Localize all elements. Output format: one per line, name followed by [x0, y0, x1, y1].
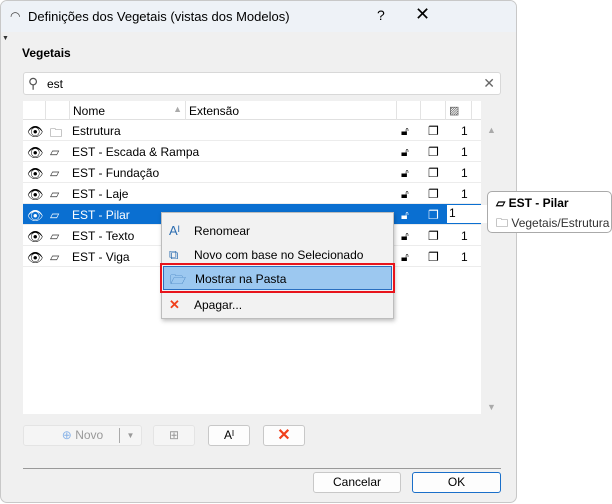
- layer-intersection-icon[interactable]: ❐: [428, 208, 439, 222]
- new-from-selected-icon: ⧉: [169, 247, 179, 262]
- row-name: EST - Laje: [72, 187, 129, 201]
- layer-icon: ▱: [496, 196, 506, 210]
- menu-item-label: Renomear: [194, 224, 251, 238]
- header-type[interactable]: [46, 101, 70, 120]
- layer-intersection-icon[interactable]: ❐: [428, 145, 439, 159]
- title-bar: ◠ Definições dos Vegetais (vistas dos Mo…: [1, 1, 516, 32]
- header-extension[interactable]: Extensão: [186, 101, 397, 120]
- lock-icon[interactable]: 🔓︎: [401, 229, 409, 244]
- header-lock[interactable]: [397, 101, 421, 120]
- close-button[interactable]: ✕: [415, 4, 430, 25]
- eye-icon[interactable]: 👁: [27, 208, 44, 224]
- rename-button[interactable]: Aᴵ: [208, 425, 250, 446]
- layer-intersection-icon[interactable]: ❐: [428, 166, 439, 180]
- tooltip: ▱ EST - Pilar 🗀 Vegetais/Estrutura: [487, 191, 612, 233]
- row-name: EST - Pilar: [72, 208, 130, 222]
- context-menu: Aᴵ Renomear ⧉ Novo com base no Selecionado 🗁…: [160, 212, 395, 319]
- section-label: Vegetais: [22, 46, 71, 60]
- scroll-up-icon[interactable]: ▲: [487, 125, 496, 135]
- pen-value[interactable]: 1: [461, 124, 468, 138]
- rename-icon: Aᴵ: [169, 223, 180, 238]
- folder-icon: 🗀: [496, 216, 509, 230]
- lock-icon[interactable]: 🔓︎: [401, 250, 409, 265]
- header-visibility[interactable]: [23, 101, 46, 120]
- eye-icon[interactable]: 👁: [27, 187, 44, 203]
- row-name: EST - Escada & Rampa: [72, 145, 200, 159]
- pen-value[interactable]: 1: [461, 229, 468, 243]
- pen-value[interactable]: 1: [461, 187, 468, 201]
- menu-item[interactable]: 🗁 Mostrar na Pasta: [160, 263, 395, 293]
- menu-item-label: Mostrar na Pasta: [195, 272, 287, 286]
- new-dropdown-icon[interactable]: ▼: [119, 428, 141, 443]
- header-name-label: Nome: [73, 104, 106, 118]
- pen-value[interactable]: 1: [461, 166, 468, 180]
- eye-icon[interactable]: 👁: [27, 145, 44, 161]
- layer-icon: ▱: [50, 145, 60, 159]
- delete-icon: ✕: [277, 427, 291, 444]
- delete-icon: ✕: [169, 297, 180, 312]
- table-header: Nome ▲ Extensão ▨: [23, 101, 481, 120]
- header-layer[interactable]: [421, 101, 446, 120]
- menu-item[interactable]: Aᴵ Renomear: [163, 219, 392, 243]
- app-icon: ◠: [10, 9, 21, 23]
- cancel-button[interactable]: Cancelar: [313, 472, 401, 493]
- row-name: EST - Viga: [72, 250, 130, 264]
- row-name: EST - Texto: [72, 229, 135, 243]
- new-label: Novo: [75, 428, 104, 442]
- eye-icon[interactable]: 👁: [27, 124, 44, 140]
- sort-asc-icon: ▲: [173, 104, 182, 114]
- lock-icon[interactable]: 🔓︎: [401, 166, 409, 181]
- eye-icon[interactable]: 👁: [27, 229, 44, 245]
- layer-icon: ▱: [50, 187, 60, 201]
- new-button[interactable]: ⊕ Novo ▼: [23, 425, 142, 446]
- layer-intersection-icon[interactable]: ❐: [428, 250, 439, 264]
- layer-icon: ▱: [50, 250, 60, 264]
- menu-item[interactable]: ✕ Apagar...: [163, 293, 392, 317]
- layer-intersection-icon[interactable]: ❐: [428, 124, 439, 138]
- row-name: EST - Fundação: [72, 166, 160, 180]
- tooltip-name: EST - Pilar: [508, 196, 569, 210]
- divider: [23, 468, 501, 469]
- table-row[interactable]: 👁 ▱ EST - Fundação 🔓︎ ❐ 1: [23, 162, 481, 183]
- new-folder-button[interactable]: ⊞: [153, 425, 195, 446]
- window-title: Definições dos Vegetais (vistas dos Mode…: [28, 9, 290, 24]
- search-input[interactable]: est: [47, 77, 63, 91]
- header-pen-icon[interactable]: ▨: [446, 101, 472, 120]
- delete-button[interactable]: ✕: [263, 425, 305, 446]
- layer-icon: ▱: [50, 166, 60, 180]
- show-in-folder-icon: 🗁: [170, 272, 187, 287]
- table-row[interactable]: 👁 🗀 Estrutura 🔓︎ ❐ 1: [23, 120, 481, 141]
- layer-icon: ▱: [50, 229, 60, 243]
- lock-icon[interactable]: 🔓︎: [401, 208, 409, 223]
- lock-icon[interactable]: 🔓︎: [401, 124, 409, 139]
- ok-button[interactable]: OK: [412, 472, 501, 493]
- layer-icon: ▱: [50, 208, 60, 222]
- new-folder-icon: ⊞: [168, 428, 180, 442]
- help-button[interactable]: ?: [377, 7, 385, 23]
- table-row[interactable]: 👁 ▱ EST - Laje 🔓︎ ❐ 1: [23, 183, 481, 204]
- eye-icon[interactable]: 👁: [27, 166, 44, 182]
- menu-item[interactable]: ⧉ Novo com base no Selecionado: [163, 243, 392, 267]
- pen-value[interactable]: 1: [461, 250, 468, 264]
- collapse-arrow-icon[interactable]: ▼: [2, 35, 9, 42]
- pen-value[interactable]: 1: [461, 145, 468, 159]
- row-name: Estrutura: [72, 124, 121, 138]
- search-field[interactable]: ⚲ est ✕: [23, 72, 501, 95]
- layer-intersection-icon[interactable]: ❐: [428, 187, 439, 201]
- table-row[interactable]: 👁 ▱ EST - Escada & Rampa 🔓︎ ❐ 1: [23, 141, 481, 162]
- layer-intersection-icon[interactable]: ❐: [428, 229, 439, 243]
- header-name[interactable]: Nome ▲: [70, 101, 186, 120]
- search-icon: ⚲: [28, 75, 39, 91]
- menu-item-label: Apagar...: [194, 298, 243, 312]
- eye-icon[interactable]: 👁: [27, 250, 44, 266]
- tooltip-path: Vegetais/Estrutura: [511, 216, 610, 230]
- clear-search-icon[interactable]: ✕: [483, 75, 495, 92]
- rename-icon: Aᴵ: [223, 428, 234, 442]
- lock-icon[interactable]: 🔓︎: [401, 145, 409, 160]
- plus-icon: ⊕: [61, 428, 72, 442]
- scroll-down-icon[interactable]: ▼: [487, 402, 496, 412]
- menu-item-label: Novo com base no Selecionado: [194, 248, 364, 262]
- lock-icon[interactable]: 🔓︎: [401, 187, 409, 202]
